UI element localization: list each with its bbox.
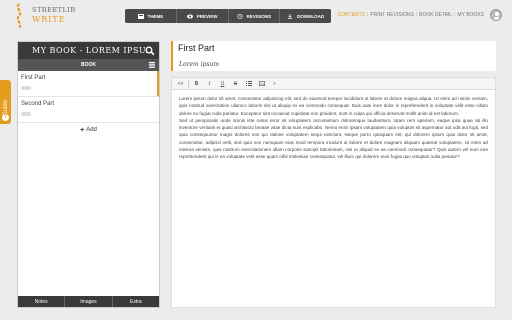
- add-part-button[interactable]: + Add: [18, 123, 159, 137]
- eye-icon: [186, 14, 193, 18]
- avatar-body: [492, 17, 501, 20]
- help-icon: ?: [2, 114, 9, 121]
- tab-extra[interactable]: Extra: [113, 296, 159, 307]
- revisions-button[interactable]: REVISIONS: [228, 9, 281, 23]
- part-item-second[interactable]: Second Part: [18, 97, 159, 123]
- nav-separator: |: [454, 12, 456, 18]
- part-subtitle[interactable]: Lorem ipsum: [179, 61, 219, 68]
- text-content-area[interactable]: Lorem ipsum dolor sit amet, consectetur …: [171, 90, 496, 308]
- pen-logo-icon: [16, 3, 22, 29]
- book-title-bar: MY BOOK - LOREM IPSU...: [18, 42, 159, 59]
- book-label: BOOK: [81, 62, 96, 68]
- top-bar: STREETLIB WRITE THEME PREVIEW REVISIONS …: [0, 0, 512, 34]
- more-button[interactable]: »: [268, 78, 281, 89]
- guide-tab[interactable]: Guide ?: [0, 80, 11, 124]
- download-button[interactable]: DOWNLOAD: [280, 9, 331, 23]
- code-view-button[interactable]: <>: [174, 78, 187, 89]
- part-name: First Part: [21, 75, 46, 81]
- underline-button[interactable]: U: [216, 78, 229, 89]
- tab-images[interactable]: Images: [65, 296, 113, 307]
- nav-print-revisions[interactable]: PRINT REVISIONS: [370, 12, 414, 18]
- italic-button[interactable]: I: [203, 78, 216, 89]
- list-button[interactable]: [242, 78, 255, 89]
- download-icon: [288, 13, 293, 19]
- plus-icon: +: [80, 126, 85, 134]
- tab-notes[interactable]: Notes: [18, 296, 66, 307]
- streetlib-write-logo[interactable]: STREETLIB WRITE: [12, 3, 75, 29]
- book-title: MY BOOK - LOREM IPSU...: [32, 46, 155, 55]
- part-status-pill: [21, 112, 31, 116]
- preview-label: PREVIEW: [196, 13, 218, 19]
- part-header: First Part Lorem ipsum: [171, 41, 496, 71]
- nav-separator: |: [366, 12, 369, 18]
- main-toolbar: THEME PREVIEW REVISIONS DOWNLOAD: [125, 9, 331, 23]
- part-title[interactable]: First Part: [178, 43, 215, 53]
- book-sidebar: MY BOOK - LOREM IPSU... BOOK First Part …: [17, 41, 160, 308]
- nav-separator: |: [415, 12, 418, 18]
- clock-icon: [237, 13, 243, 19]
- user-avatar[interactable]: [490, 9, 502, 21]
- sidebar-bottom-tabs: Notes Images Extra: [18, 296, 159, 307]
- preview-button[interactable]: PREVIEW: [176, 9, 229, 23]
- paragraph: Lorem ipsum dolor sit amet, consectetur …: [179, 96, 488, 116]
- image-button[interactable]: [255, 78, 268, 89]
- nav-book-detail[interactable]: BOOK DETAIL: [419, 12, 452, 18]
- logo-text-streetlib: STREETLIB: [32, 6, 76, 14]
- search-icon[interactable]: [145, 46, 155, 56]
- nav-contents[interactable]: CONTENTS: [337, 12, 365, 18]
- strikethrough-button[interactable]: S: [229, 78, 242, 89]
- theme-icon: [137, 13, 144, 19]
- logo-text-write: WRITE: [32, 15, 66, 24]
- part-status-pill: [21, 86, 31, 90]
- paragraph: Sed ut perspiciatis unde omnis iste natu…: [179, 117, 488, 160]
- book-subheader: BOOK: [18, 59, 159, 71]
- toolbar-divider: [188, 79, 189, 88]
- theme-label: THEME: [147, 13, 164, 19]
- download-label: DOWNLOAD: [297, 13, 325, 19]
- editor-panel: First Part Lorem ipsum <> B I U S » Lore…: [171, 41, 496, 308]
- revisions-label: REVISIONS: [246, 13, 272, 19]
- add-label: Add: [86, 127, 97, 133]
- part-item-first[interactable]: First Part: [18, 71, 159, 97]
- bold-button[interactable]: B: [190, 78, 203, 89]
- theme-button[interactable]: THEME: [125, 9, 177, 23]
- avatar-head: [494, 12, 499, 16]
- image-icon: [258, 81, 265, 86]
- top-navigation: CONTENTS | PRINT REVISIONS | BOOK DETAIL | MY …: [337, 12, 484, 18]
- list-view-icon[interactable]: [149, 62, 155, 68]
- part-name: Second Part: [21, 101, 55, 107]
- nav-my-books[interactable]: MY BOOKS: [457, 12, 484, 18]
- rich-text-toolbar: <> B I U S »: [171, 77, 496, 90]
- bullet-list-icon: [245, 81, 252, 86]
